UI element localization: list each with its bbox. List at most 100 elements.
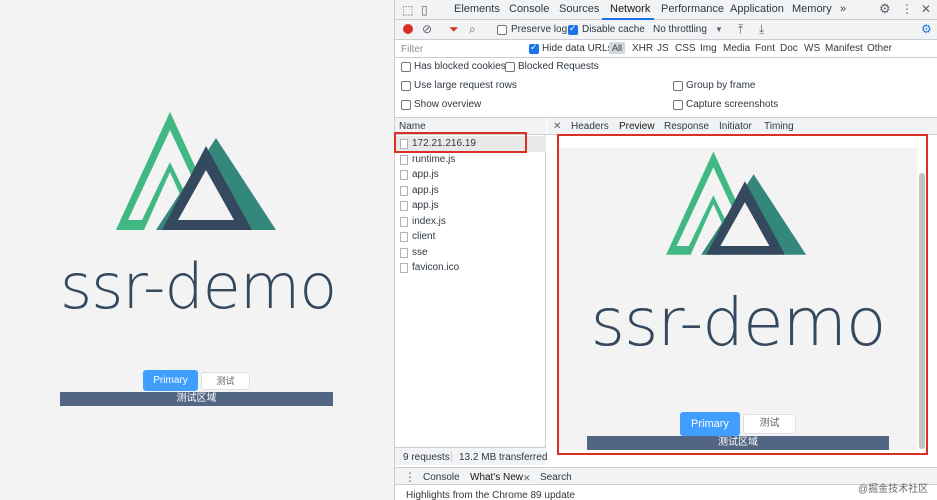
tab-console[interactable]: Console bbox=[509, 3, 549, 15]
export-har-icon[interactable]: ⤓ bbox=[759, 23, 764, 35]
group-by-frame-checkbox[interactable] bbox=[673, 81, 683, 91]
file-icon bbox=[400, 263, 408, 273]
filter-type-ws[interactable]: WS bbox=[804, 43, 820, 54]
drawer-tab-search[interactable]: Search bbox=[540, 472, 572, 483]
throttling-select[interactable]: No throttling bbox=[653, 24, 707, 35]
preserve-log-checkbox[interactable] bbox=[497, 25, 507, 35]
filter-type-media[interactable]: Media bbox=[723, 43, 750, 54]
filter-type-other[interactable]: Other bbox=[867, 43, 892, 54]
file-icon bbox=[400, 170, 408, 180]
filter-type-js[interactable]: JS bbox=[657, 43, 669, 54]
file-icon bbox=[400, 201, 408, 211]
tab-application[interactable]: Application bbox=[730, 3, 784, 15]
request-row[interactable]: favicon.ico bbox=[395, 260, 546, 276]
blocked-requests-checkbox[interactable] bbox=[505, 62, 515, 72]
highlight-box-preview bbox=[557, 134, 928, 455]
blocked-cookies-label: Has blocked cookies bbox=[414, 61, 506, 72]
tab-response[interactable]: Response bbox=[664, 121, 709, 132]
search-icon[interactable]: ⌕ bbox=[469, 23, 476, 35]
group-by-frame-label: Group by frame bbox=[686, 80, 756, 91]
hide-data-urls-checkbox[interactable] bbox=[529, 42, 539, 54]
test-button[interactable]: 测试 bbox=[201, 372, 250, 390]
request-row[interactable]: app.js bbox=[395, 167, 546, 183]
filter-row: Filter Hide data URLs All XHR JS CSS Img… bbox=[395, 40, 937, 58]
disable-cache-checkbox[interactable] bbox=[568, 23, 578, 35]
drawer-tab-console[interactable]: Console bbox=[423, 472, 460, 483]
file-icon bbox=[400, 232, 408, 242]
divider bbox=[451, 452, 452, 462]
drawer-content: Highlights from the Chrome 89 update bbox=[395, 485, 937, 500]
show-overview-checkbox[interactable] bbox=[401, 100, 411, 110]
device-toolbar-icon[interactable]: ▯ bbox=[421, 4, 428, 16]
capture-screenshots-checkbox[interactable] bbox=[673, 100, 683, 110]
filter-type-doc[interactable]: Doc bbox=[780, 43, 798, 54]
request-count: 9 requests bbox=[403, 452, 450, 463]
watermark: @掘金技术社区 bbox=[858, 484, 929, 495]
request-name: app.js bbox=[412, 200, 439, 211]
more-options-icon[interactable]: ⋮ bbox=[901, 3, 913, 15]
filter-input[interactable]: Filter bbox=[401, 44, 423, 55]
transferred-size: 13.2 MB transferred bbox=[459, 452, 548, 463]
column-name[interactable]: Name bbox=[399, 121, 426, 132]
settings-gear-icon[interactable]: ⚙ bbox=[879, 2, 891, 15]
tab-preview[interactable]: Preview bbox=[619, 121, 655, 132]
request-row[interactable]: app.js bbox=[395, 198, 546, 214]
more-tabs-icon[interactable]: » bbox=[840, 3, 846, 15]
rendered-page: ssr-demo Primary 测试 测试区域 bbox=[0, 0, 394, 500]
drawer-menu-icon[interactable]: ⋮ bbox=[404, 471, 416, 483]
close-detail-icon[interactable]: ✕ bbox=[553, 121, 561, 133]
request-row[interactable]: runtime.js bbox=[395, 152, 546, 168]
drawer-tabbar: ⋮ Console What's New ✕ Search bbox=[395, 467, 937, 485]
tab-memory[interactable]: Memory bbox=[792, 3, 832, 15]
page-title: ssr-demo bbox=[59, 250, 337, 323]
vue-logo bbox=[116, 112, 276, 230]
filter-icon[interactable]: ⏷ bbox=[449, 23, 459, 35]
disable-cache-label: Disable cache bbox=[582, 24, 645, 35]
tab-network[interactable]: Network bbox=[610, 3, 650, 15]
filter-type-manifest[interactable]: Manifest bbox=[825, 43, 863, 54]
close-tab-icon[interactable]: ✕ bbox=[523, 472, 531, 484]
file-icon bbox=[400, 154, 408, 165]
drawer-tab-whats-new[interactable]: What's New bbox=[470, 472, 523, 483]
hide-data-urls-label: Hide data URLs bbox=[542, 43, 613, 54]
request-name: sse bbox=[412, 246, 428, 258]
request-name: index.js bbox=[412, 215, 446, 227]
import-har-icon[interactable]: ⤒ bbox=[738, 23, 743, 35]
capture-screenshots-label: Capture screenshots bbox=[686, 99, 779, 110]
clear-icon[interactable]: ⊘ bbox=[422, 23, 432, 35]
request-row[interactable]: client bbox=[395, 229, 546, 245]
detail-tabbar: ✕ Headers Preview Response Initiator Tim… bbox=[547, 118, 937, 135]
highlight-box-request bbox=[394, 132, 527, 153]
network-settings-icon[interactable]: ⚙ bbox=[921, 23, 932, 35]
tab-elements[interactable]: Elements bbox=[454, 3, 500, 15]
request-row[interactable]: sse bbox=[395, 245, 546, 261]
chevron-down-icon[interactable]: ▼ bbox=[715, 24, 723, 36]
network-toolbar: ⊘ ⏷ ⌕ Preserve log Disable cache No thro… bbox=[395, 20, 937, 40]
file-icon bbox=[400, 216, 408, 227]
network-options: Has blocked cookies Blocked Requests Use… bbox=[395, 58, 937, 118]
test-area: 测试区域 bbox=[60, 392, 333, 406]
file-icon bbox=[400, 185, 408, 196]
filter-type-img[interactable]: Img bbox=[700, 43, 717, 54]
filter-type-all[interactable]: All bbox=[609, 42, 626, 54]
inspect-element-icon[interactable]: ⬚ bbox=[402, 4, 413, 16]
tab-performance[interactable]: Performance bbox=[661, 3, 724, 15]
request-row[interactable]: index.js bbox=[395, 214, 546, 230]
show-overview-label: Show overview bbox=[414, 99, 482, 110]
request-row[interactable]: app.js bbox=[395, 183, 546, 199]
blocked-cookies-checkbox[interactable] bbox=[401, 62, 411, 72]
record-icon[interactable] bbox=[403, 24, 413, 34]
devtools-tabbar: ⬚ ▯ Elements Console Sources Network Per… bbox=[395, 0, 937, 20]
tab-initiator[interactable]: Initiator bbox=[719, 121, 752, 132]
primary-button[interactable]: Primary bbox=[143, 370, 198, 391]
blocked-requests-label: Blocked Requests bbox=[518, 61, 599, 72]
filter-type-xhr[interactable]: XHR bbox=[632, 43, 653, 54]
tab-sources[interactable]: Sources bbox=[559, 3, 599, 15]
request-name: app.js bbox=[412, 184, 439, 196]
filter-type-css[interactable]: CSS bbox=[675, 43, 696, 54]
tab-headers[interactable]: Headers bbox=[571, 121, 609, 132]
large-rows-checkbox[interactable] bbox=[401, 81, 411, 91]
filter-type-font[interactable]: Font bbox=[755, 43, 775, 54]
close-icon[interactable]: ✕ bbox=[921, 3, 931, 15]
tab-timing[interactable]: Timing bbox=[764, 121, 794, 132]
